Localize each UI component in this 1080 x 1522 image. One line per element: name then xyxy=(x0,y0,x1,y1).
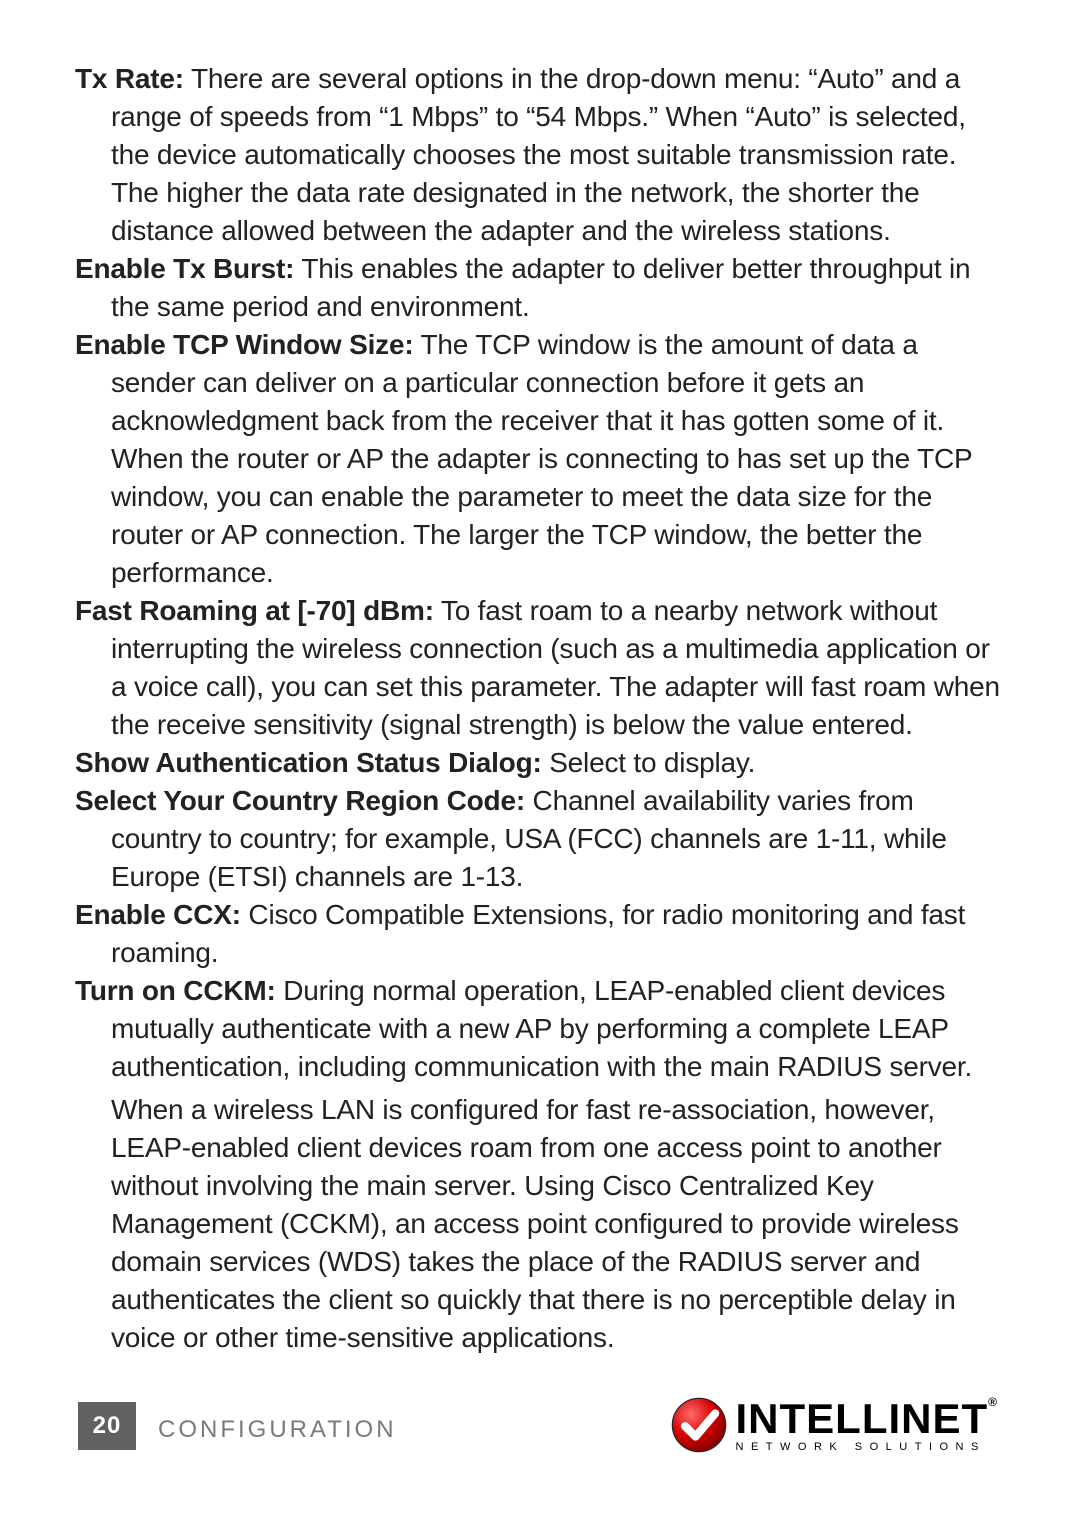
brand-name: INTELLINET® xyxy=(736,1398,999,1440)
brand-tagline: NETWORK SOLUTIONS xyxy=(736,1442,999,1453)
term-label: Select Your Country Region Code: xyxy=(75,785,525,816)
term-text: Select to display. xyxy=(549,747,755,778)
definition-item: Enable CCX: Cisco Compatible Extensions,… xyxy=(75,896,1005,972)
term-label: Enable TCP Window Size: xyxy=(75,329,413,360)
definition-item: Turn on CCKM: During normal operation, L… xyxy=(75,972,1005,1357)
term-label: Tx Rate: xyxy=(75,63,184,94)
page-footer: 20 CONFIGURATION INTELLINET® NETWORK SOL… xyxy=(78,1390,998,1450)
definition-item: Select Your Country Region Code: Channel… xyxy=(75,782,1005,896)
definition-item: Show Authentication Status Dialog: Selec… xyxy=(75,744,1005,782)
term-label: Enable Tx Burst: xyxy=(75,253,294,284)
term-text-continued: When a wireless LAN is configured for fa… xyxy=(75,1091,1005,1357)
term-label: Enable CCX: xyxy=(75,899,241,930)
page-number-value: 20 xyxy=(93,1412,122,1440)
term-text: The TCP window is the amount of data a s… xyxy=(111,329,972,588)
definition-item: Fast Roaming at [-70] dBm: To fast roam … xyxy=(75,592,1005,744)
term-label: Fast Roaming at [-70] dBm: xyxy=(75,595,434,626)
definition-item: Tx Rate: There are several options in th… xyxy=(75,60,1005,250)
checkmark-circle-icon xyxy=(670,1396,728,1454)
page-number: 20 xyxy=(78,1402,136,1450)
section-label: CONFIGURATION xyxy=(158,1416,397,1444)
definition-item: Enable TCP Window Size: The TCP window i… xyxy=(75,326,1005,592)
page-content: Tx Rate: There are several options in th… xyxy=(75,60,1005,1357)
term-text: There are several options in the drop-do… xyxy=(111,63,966,246)
term-label: Show Authentication Status Dialog: xyxy=(75,747,542,778)
term-label: Turn on CCKM: xyxy=(75,975,276,1006)
brand-logo: INTELLINET® NETWORK SOLUTIONS xyxy=(670,1396,999,1454)
definition-item: Enable Tx Burst: This enables the adapte… xyxy=(75,250,1005,326)
